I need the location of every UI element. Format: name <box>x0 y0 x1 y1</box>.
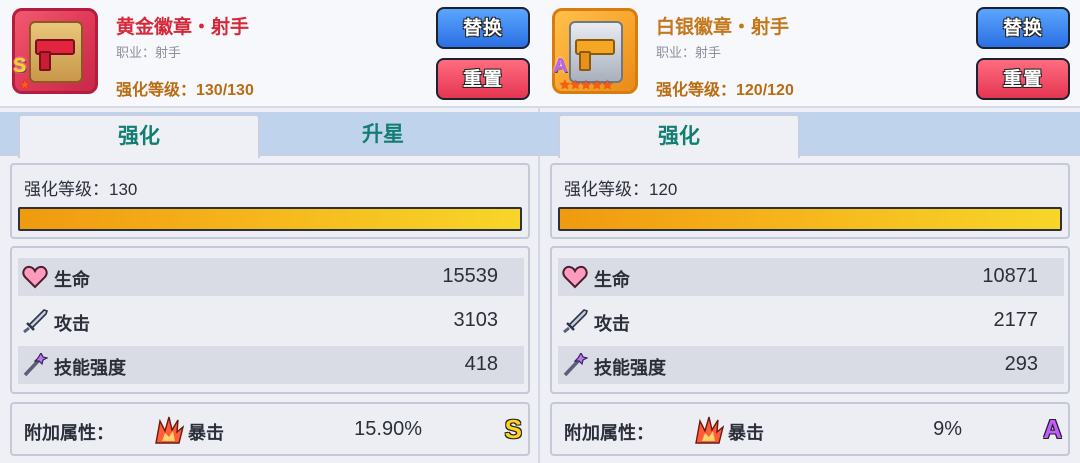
reset-button[interactable]: 重置 <box>436 58 530 100</box>
crit-label: 暴击 <box>728 423 764 443</box>
stat-label: 生命 <box>54 270 90 290</box>
stat-row-attack: 攻击 3103 <box>18 302 524 340</box>
item-header: A ★★★★★ 白银徽章・射手 职业：射手 强化等级：120/120 替换 重置 <box>540 0 1080 108</box>
stats-box: 生命 10871 攻击 2177 技能强度 293 <box>550 246 1070 394</box>
reset-button[interactable]: 重置 <box>976 58 1070 100</box>
heart-icon <box>562 265 588 289</box>
extra-rank-letter: A <box>1043 414 1062 444</box>
enhance-level: 强化等级：120/120 <box>656 82 794 99</box>
extra-attribute-box: 附加属性： 暴击 15.90% S <box>10 402 530 456</box>
rank-letter: S <box>13 55 27 77</box>
crit-value: 15.90% <box>354 418 422 440</box>
stat-value: 2177 <box>993 309 1039 331</box>
stat-label: 攻击 <box>594 314 630 334</box>
wand-icon <box>23 353 48 377</box>
wand-icon <box>563 353 588 377</box>
stat-row-skill: 技能强度 293 <box>558 346 1064 384</box>
pistol-grip-icon <box>39 51 51 71</box>
item-name: 白银徽章・射手 <box>656 17 790 38</box>
stat-label: 技能强度 <box>594 358 666 378</box>
star-rating: ★ <box>19 77 31 92</box>
stat-value: 10871 <box>982 265 1038 287</box>
tab-star-up[interactable]: 升星 <box>262 114 504 156</box>
level-progress-bar <box>18 207 522 231</box>
tab-bar: 强化 升星 <box>0 112 540 158</box>
stat-label: 生命 <box>594 270 630 290</box>
gold-badge-icon[interactable]: S ★ <box>12 8 98 94</box>
level-progress-bar <box>558 207 1062 231</box>
stat-label: 攻击 <box>54 314 90 334</box>
crit-label: 暴击 <box>188 423 224 443</box>
extra-attribute-box: 附加属性： 暴击 9% A <box>550 402 1070 456</box>
stat-value: 418 <box>464 353 498 375</box>
replace-button[interactable]: 替换 <box>436 7 530 49</box>
level-progress-fill <box>560 209 1060 229</box>
stat-row-hp: 生命 10871 <box>558 258 1064 296</box>
star-rating: ★★★★★ <box>559 77 613 92</box>
stat-value: 293 <box>1004 353 1038 375</box>
enhance-level: 强化等级：130/130 <box>116 82 254 99</box>
heart-icon <box>22 265 48 289</box>
level-progress-fill <box>20 209 520 229</box>
item-job: 职业：射手 <box>116 45 182 60</box>
tab-bar: 强化 <box>540 112 1080 158</box>
level-text: 强化等级：120 <box>564 180 678 199</box>
rank-letter: A <box>553 55 568 77</box>
extra-attribute-label: 附加属性： <box>564 423 654 443</box>
stat-label: 技能强度 <box>54 358 126 378</box>
stat-value: 15539 <box>442 265 498 287</box>
sword-icon <box>563 309 588 333</box>
stat-value: 3103 <box>453 309 499 331</box>
stat-row-attack: 攻击 2177 <box>558 302 1064 340</box>
level-box: 强化等级：120 <box>550 163 1070 239</box>
stat-row-hp: 生命 15539 <box>18 258 524 296</box>
tab-enhance[interactable]: 强化 <box>558 114 800 158</box>
item-name: 黄金徽章・射手 <box>116 17 250 38</box>
extra-attribute-label: 附加属性： <box>24 423 114 443</box>
stats-box: 生命 15539 攻击 3103 技能强度 418 <box>10 246 530 394</box>
stat-row-skill: 技能强度 418 <box>18 346 524 384</box>
silver-badge-icon[interactable]: A ★★★★★ <box>552 8 638 94</box>
crit-value: 9% <box>933 418 962 440</box>
gold-badge-panel: S ★ 黄金徽章・射手 职业：射手 强化等级：130/130 替换 重置 强化 … <box>0 0 540 463</box>
pistol-grip-icon <box>579 51 591 71</box>
extra-rank-letter: S <box>504 414 522 444</box>
item-job: 职业：射手 <box>656 45 722 60</box>
level-box: 强化等级：130 <box>10 163 530 239</box>
replace-button[interactable]: 替换 <box>976 7 1070 49</box>
crit-icon <box>695 416 724 444</box>
item-header: S ★ 黄金徽章・射手 职业：射手 强化等级：130/130 替换 重置 <box>0 0 540 108</box>
crit-icon <box>155 416 184 444</box>
silver-badge-panel: A ★★★★★ 白银徽章・射手 职业：射手 强化等级：120/120 替换 重置… <box>540 0 1080 463</box>
tab-enhance[interactable]: 强化 <box>18 114 260 158</box>
level-text: 强化等级：130 <box>24 180 138 199</box>
sword-icon <box>23 309 48 333</box>
